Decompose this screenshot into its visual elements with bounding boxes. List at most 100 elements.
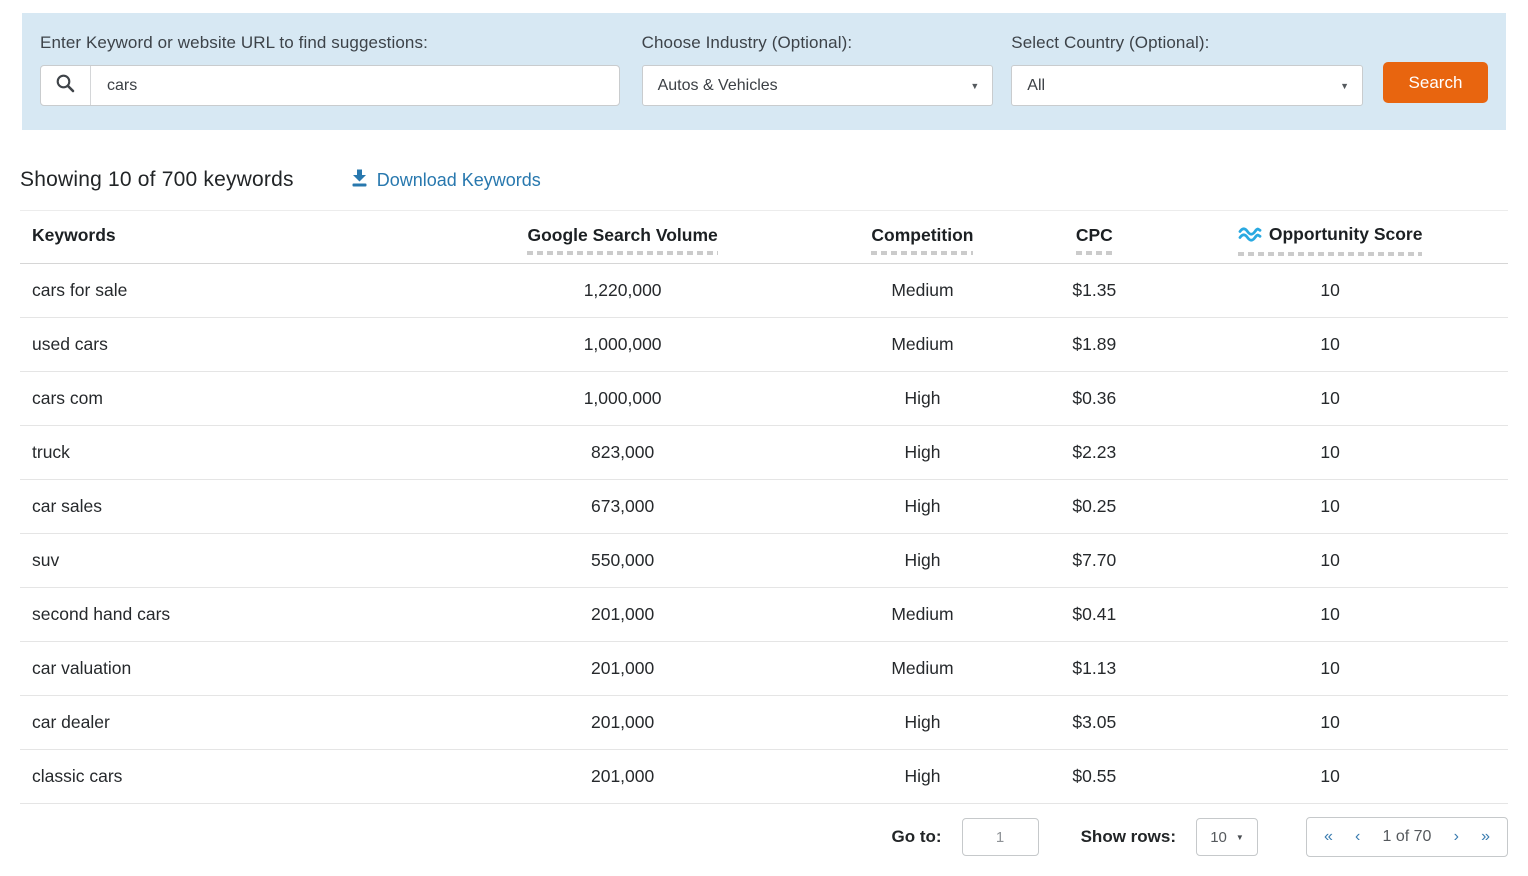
keyword-input[interactable]	[91, 66, 619, 105]
cell-search-volume: 1,000,000	[437, 318, 809, 372]
cell-opportunity-score: 10	[1152, 750, 1508, 804]
previous-page-button[interactable]: ‹	[1355, 829, 1360, 845]
cell-opportunity-score: 10	[1152, 480, 1508, 534]
industry-field-label: Choose Industry (Optional):	[642, 33, 994, 53]
cell-opportunity-score: 10	[1152, 372, 1508, 426]
cell-search-volume: 1,220,000	[437, 264, 809, 318]
page-indicator: 1 of 70	[1383, 828, 1432, 846]
last-page-button[interactable]: »	[1481, 829, 1490, 845]
table-row: car valuation201,000Medium$1.1310	[20, 642, 1508, 696]
column-header-cpc[interactable]: CPC	[1036, 211, 1152, 264]
cell-keyword: car dealer	[20, 696, 437, 750]
search-icon	[55, 73, 76, 99]
show-rows-select[interactable]: 10 ▼	[1196, 818, 1258, 856]
cell-search-volume: 201,000	[437, 750, 809, 804]
cell-competition: Medium	[809, 318, 1037, 372]
download-icon	[350, 168, 369, 192]
cell-keyword: second hand cars	[20, 588, 437, 642]
download-keywords-link[interactable]: Download Keywords	[350, 168, 541, 192]
cell-search-volume: 673,000	[437, 480, 809, 534]
table-row: cars com1,000,000High$0.3610	[20, 372, 1508, 426]
cell-keyword: classic cars	[20, 750, 437, 804]
cell-opportunity-score: 10	[1152, 588, 1508, 642]
cell-opportunity-score: 10	[1152, 642, 1508, 696]
cell-competition: High	[809, 750, 1037, 804]
cell-competition: Medium	[809, 642, 1037, 696]
country-selected-value: All	[1027, 77, 1045, 95]
column-header-opportunity-score[interactable]: Opportunity Score	[1152, 211, 1508, 264]
cell-cpc: $1.35	[1036, 264, 1152, 318]
next-page-button[interactable]: ›	[1454, 829, 1459, 845]
cell-keyword: truck	[20, 426, 437, 480]
cell-cpc: $1.89	[1036, 318, 1152, 372]
cell-cpc: $0.41	[1036, 588, 1152, 642]
goto-label: Go to:	[892, 827, 942, 847]
cell-cpc: $3.05	[1036, 696, 1152, 750]
keyword-table-body: cars for sale1,220,000Medium$1.3510used …	[20, 264, 1508, 804]
cell-search-volume: 823,000	[437, 426, 809, 480]
table-row: used cars1,000,000Medium$1.8910	[20, 318, 1508, 372]
chevron-down-icon: ▼	[1236, 833, 1244, 842]
showing-count-text: Showing 10 of 700 keywords	[20, 168, 294, 192]
keyword-table: Keywords Google Search Volume Competitio…	[20, 210, 1508, 804]
keyword-field-label: Enter Keyword or website URL to find sug…	[40, 33, 620, 53]
cell-keyword: used cars	[20, 318, 437, 372]
cell-keyword: suv	[20, 534, 437, 588]
country-field-group: Select Country (Optional): All ▼	[1011, 33, 1363, 106]
cell-opportunity-score: 10	[1152, 264, 1508, 318]
chevron-down-icon: ▼	[1340, 81, 1349, 91]
cell-cpc: $0.36	[1036, 372, 1152, 426]
table-header: Keywords Google Search Volume Competitio…	[20, 211, 1508, 264]
show-rows-selected-value: 10	[1210, 829, 1227, 846]
column-header-keywords: Keywords	[20, 211, 437, 264]
cell-competition: High	[809, 372, 1037, 426]
goto-page-input[interactable]	[962, 818, 1039, 856]
cell-search-volume: 201,000	[437, 588, 809, 642]
results-header: Showing 10 of 700 keywords Download Keyw…	[20, 168, 1506, 192]
cell-cpc: $0.55	[1036, 750, 1152, 804]
first-page-button[interactable]: «	[1324, 829, 1333, 845]
pagination: « ‹ 1 of 70 › »	[1306, 817, 1508, 857]
table-row: second hand cars201,000Medium$0.4110	[20, 588, 1508, 642]
table-row: suv550,000High$7.7010	[20, 534, 1508, 588]
column-header-competition[interactable]: Competition	[809, 211, 1037, 264]
search-icon-button[interactable]	[41, 66, 91, 105]
waves-icon	[1238, 226, 1262, 247]
cell-competition: Medium	[809, 588, 1037, 642]
cell-keyword: car sales	[20, 480, 437, 534]
column-header-search-volume[interactable]: Google Search Volume	[437, 211, 809, 264]
table-row: classic cars201,000High$0.5510	[20, 750, 1508, 804]
keyword-field-group: Enter Keyword or website URL to find sug…	[40, 33, 620, 106]
cell-competition: High	[809, 426, 1037, 480]
keyword-search-box	[40, 65, 620, 106]
cell-cpc: $1.13	[1036, 642, 1152, 696]
cell-competition: High	[809, 534, 1037, 588]
cell-cpc: $2.23	[1036, 426, 1152, 480]
cell-search-volume: 550,000	[437, 534, 809, 588]
cell-search-volume: 1,000,000	[437, 372, 809, 426]
cell-opportunity-score: 10	[1152, 534, 1508, 588]
industry-select[interactable]: Autos & Vehicles ▼	[642, 65, 994, 106]
cell-competition: High	[809, 480, 1037, 534]
table-row: car sales673,000High$0.2510	[20, 480, 1508, 534]
search-panel: Enter Keyword or website URL to find sug…	[22, 13, 1506, 130]
table-row: car dealer201,000High$3.0510	[20, 696, 1508, 750]
keyword-table-container: Keywords Google Search Volume Competitio…	[20, 210, 1508, 804]
cell-keyword: car valuation	[20, 642, 437, 696]
cell-cpc: $7.70	[1036, 534, 1152, 588]
cell-opportunity-score: 10	[1152, 318, 1508, 372]
cell-competition: High	[809, 696, 1037, 750]
cell-competition: Medium	[809, 264, 1037, 318]
industry-selected-value: Autos & Vehicles	[658, 77, 778, 95]
table-row: cars for sale1,220,000Medium$1.3510	[20, 264, 1508, 318]
table-row: truck823,000High$2.2310	[20, 426, 1508, 480]
industry-field-group: Choose Industry (Optional): Autos & Vehi…	[642, 33, 994, 106]
cell-cpc: $0.25	[1036, 480, 1152, 534]
search-button[interactable]: Search	[1383, 62, 1488, 103]
country-select[interactable]: All ▼	[1011, 65, 1363, 106]
cell-search-volume: 201,000	[437, 696, 809, 750]
cell-opportunity-score: 10	[1152, 426, 1508, 480]
table-footer: Go to: Show rows: 10 ▼ « ‹ 1 of 70 › »	[20, 814, 1508, 860]
cell-keyword: cars com	[20, 372, 437, 426]
download-link-label: Download Keywords	[377, 170, 541, 191]
